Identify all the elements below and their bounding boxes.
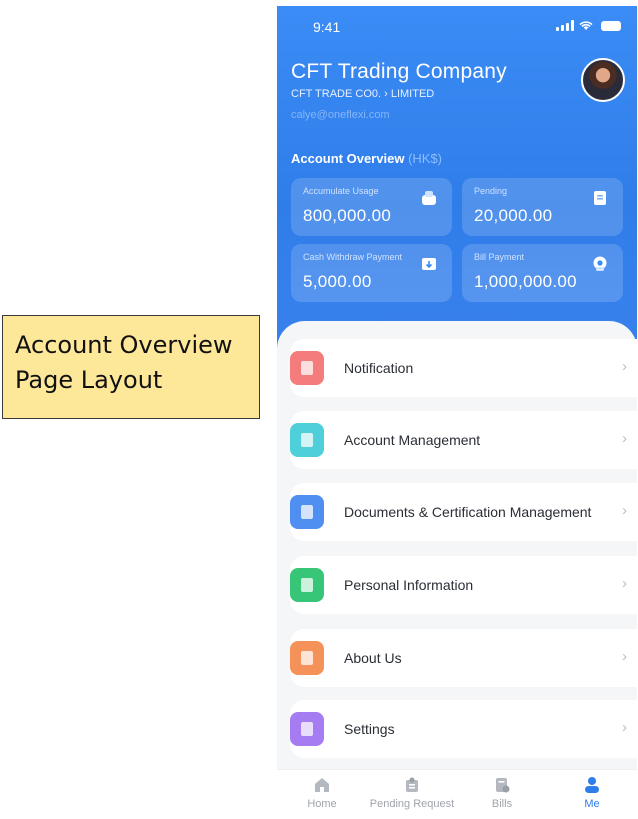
person-icon [290, 568, 324, 602]
me-icon [585, 777, 599, 793]
chevron-right-icon: › [622, 358, 627, 375]
chevron-right-icon: › [622, 502, 627, 519]
account-icon [290, 423, 324, 457]
battery-icon [601, 21, 621, 31]
menu-item-label: Notification [344, 360, 414, 376]
account-header: 9:41 CFT Trading Company CFT TRADE CO0. … [277, 6, 637, 366]
card-label: Cash Withdraw Payment [303, 252, 403, 262]
avatar[interactable] [581, 58, 625, 102]
about-icon [290, 641, 324, 675]
card-value: 1,000,000.00 [474, 272, 577, 291]
chevron-right-icon: › [622, 575, 627, 592]
tab-me[interactable]: Me [547, 776, 637, 810]
tab-label: Bills [491, 798, 513, 810]
settings-icon [290, 712, 324, 746]
chevron-right-icon: › [622, 648, 627, 665]
card-bill-payment[interactable]: Bill Payment 1,000,000.00 [462, 244, 623, 302]
status-bar: 9:41 [277, 6, 637, 46]
bill-payment-icon [593, 256, 607, 271]
status-time: 9:41 [313, 19, 341, 35]
company-name: CFT Trading Company [291, 60, 507, 83]
pending-request-icon [406, 777, 418, 792]
overview-title: Account Overview (HK$) [291, 151, 442, 166]
bills-icon [496, 778, 510, 793]
home-icon [315, 778, 329, 792]
chevron-right-icon: › [622, 719, 627, 736]
overview-currency: (HK$) [408, 151, 443, 166]
menu-item-settings[interactable]: Settings › [290, 700, 637, 758]
menu-item-about-us[interactable]: About Us › [290, 629, 637, 687]
phone-screen: 9:41 CFT Trading Company CFT TRADE CO0. … [277, 6, 637, 819]
menu-item-label: Settings [344, 721, 395, 737]
card-label: Pending [474, 186, 508, 196]
account-email: calye@oneflexi.com [291, 109, 390, 121]
callout-line-1: Account Overview [15, 331, 233, 359]
overview-title-text: Account Overview [291, 151, 405, 166]
wifi-icon [579, 21, 593, 30]
tab-home[interactable]: Home [277, 776, 367, 810]
tab-bar: Home Pending Request Bills Me [277, 769, 637, 819]
card-accumulate-usage[interactable]: Accumulate Usage 800,000.00 [291, 178, 452, 236]
callout-line-2: Page Layout [15, 366, 163, 394]
menu-item-label: Documents & Certification Management [344, 504, 592, 520]
wallet-icon [422, 191, 436, 205]
menu-item-label: Personal Information [344, 577, 474, 593]
tab-label: Home [307, 798, 337, 810]
system-icons [556, 20, 621, 31]
menu-item-personal-information[interactable]: Personal Information › [290, 556, 637, 614]
notification-icon [290, 351, 324, 385]
document-icon [594, 191, 606, 205]
card-label: Bill Payment [474, 252, 525, 262]
cash-withdraw-icon [422, 258, 436, 270]
card-label: Accumulate Usage [303, 186, 379, 196]
tab-label: Me [584, 798, 600, 810]
tab-bills[interactable]: Bills [457, 776, 547, 810]
chevron-right-icon: › [622, 430, 627, 447]
menu-item-documents[interactable]: Documents & Certification Management › [290, 483, 637, 541]
card-value: 800,000.00 [303, 206, 392, 225]
menu-item-account-management[interactable]: Account Management › [290, 411, 637, 469]
menu-item-label: About Us [344, 650, 402, 666]
tab-label: Pending Request [369, 798, 455, 810]
company-subtitle: CFT TRADE CO0. › LIMITED [291, 88, 435, 100]
card-value: 5,000.00 [303, 272, 372, 291]
card-pending[interactable]: Pending 20,000.00 [462, 178, 623, 236]
card-cash-withdraw[interactable]: Cash Withdraw Payment 5,000.00 [291, 244, 452, 302]
menu-item-label: Account Management [344, 432, 481, 448]
menu-item-notification[interactable]: Notification › [290, 339, 637, 397]
documents-icon [290, 495, 324, 529]
signal-icon [556, 20, 574, 31]
card-value: 20,000.00 [474, 206, 553, 225]
annotation-callout: Account Overview Page Layout [2, 315, 260, 419]
tab-pending-request[interactable]: Pending Request [367, 776, 457, 810]
